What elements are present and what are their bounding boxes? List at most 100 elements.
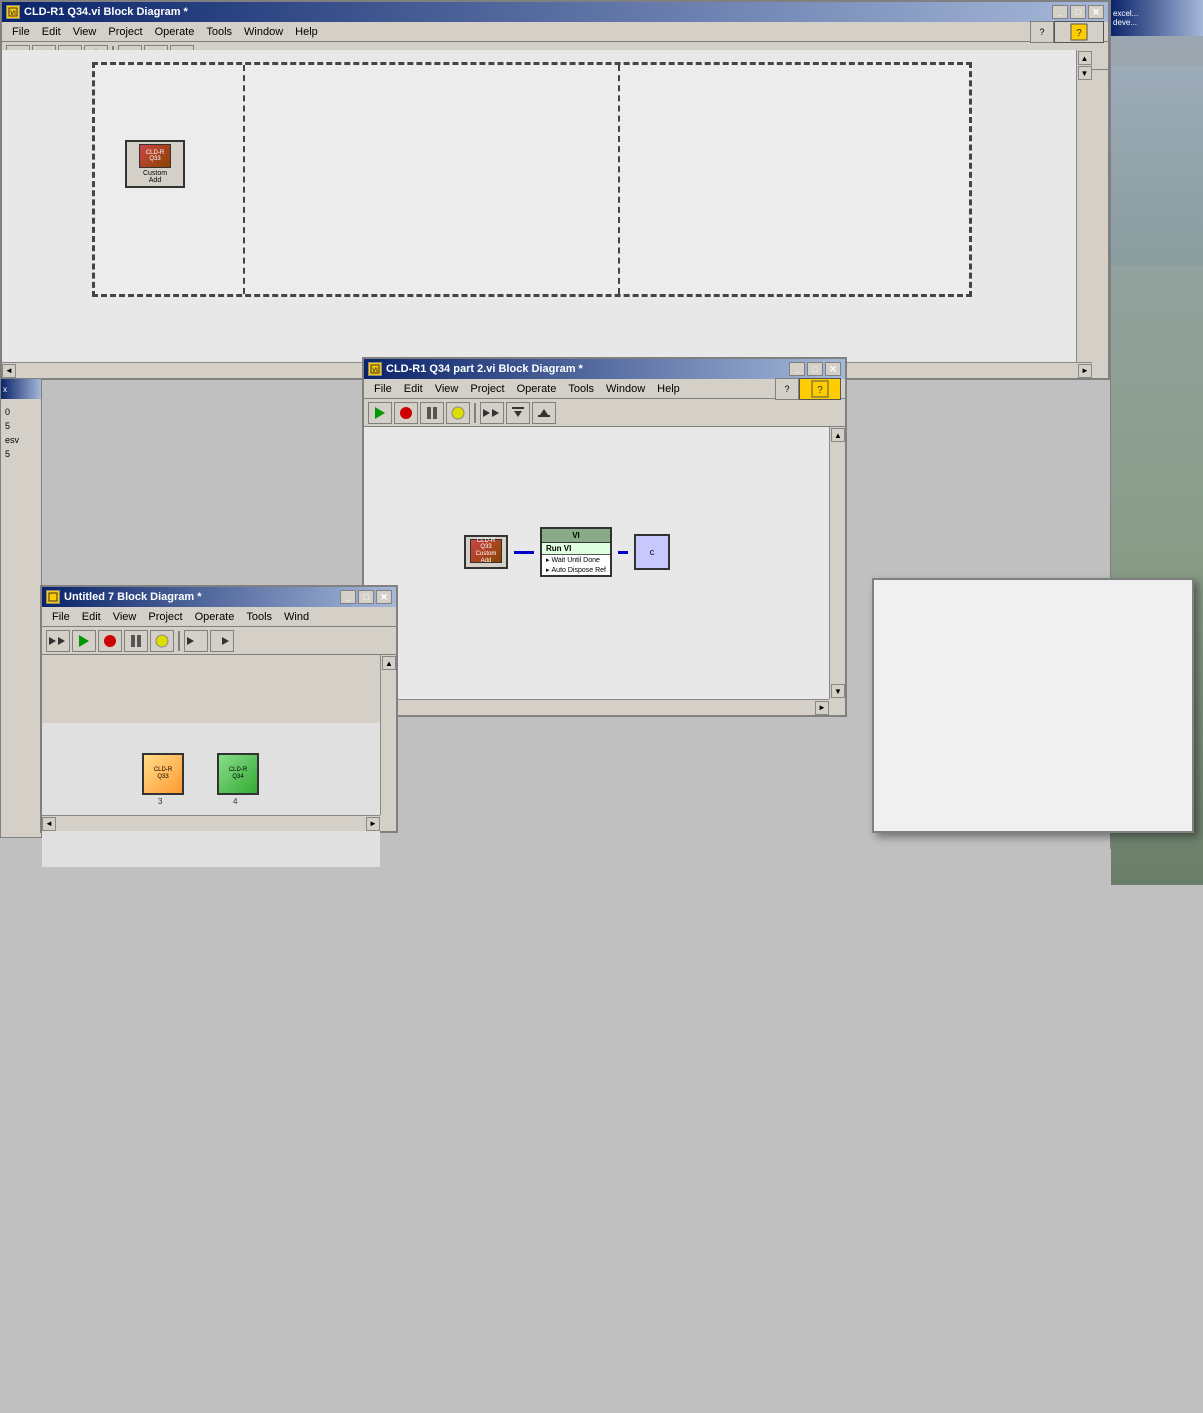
wire-2 (618, 551, 628, 554)
left-panel-item-2: 5 (5, 421, 37, 431)
left-panel-item-1: 0 (5, 407, 37, 417)
third-minimize[interactable]: _ (340, 590, 356, 604)
second-diagram-nodes: CLD-RQ33CustomAdd VI Run VI ▸ Wait Until… (464, 527, 670, 577)
wire-1 (514, 551, 534, 554)
main-window-icon: VI (6, 5, 20, 19)
second-window: VI CLD-R1 Q34 part 2.vi Block Diagram * … (362, 357, 847, 717)
case-panel-right (620, 65, 973, 294)
scroll-left-btn[interactable]: ◄ (2, 364, 16, 378)
second-menu-operate[interactable]: Operate (511, 381, 563, 397)
left-panel-item-4: 5 (5, 449, 37, 459)
second-stop-btn[interactable] (394, 402, 418, 424)
second-run-btn[interactable] (368, 402, 392, 424)
third-scrollbar-h[interactable]: ◄ ► (42, 815, 380, 831)
third-menu-tools[interactable]: Tools (240, 609, 278, 625)
third-scroll-left[interactable]: ◄ (42, 817, 56, 831)
second-menu-file[interactable]: File (368, 381, 398, 397)
third-menu-wind[interactable]: Wind (278, 609, 315, 625)
third-scroll-right[interactable]: ► (366, 817, 380, 831)
menu-tools[interactable]: Tools (200, 24, 238, 40)
second-menu-view[interactable]: View (429, 381, 465, 397)
third-pause-btn[interactable] (124, 630, 148, 652)
menu-project[interactable]: Project (102, 24, 148, 40)
main-menubar: File Edit View Project Operate Tools Win… (2, 22, 1108, 42)
second-step-out[interactable] (532, 402, 556, 424)
main-window-titlebar: VI CLD-R1 Q34.vi Block Diagram * _ □ ✕ (2, 2, 1108, 22)
main-window-title: CLD-R1 Q34.vi Block Diagram * (24, 6, 1052, 18)
third-menu-edit[interactable]: Edit (76, 609, 107, 625)
third-menu-view[interactable]: View (107, 609, 143, 625)
main-scrollbar-v[interactable]: ▲ ▼ (1076, 50, 1092, 362)
second-help-btn[interactable]: ? (775, 378, 799, 400)
menu-view[interactable]: View (67, 24, 103, 40)
second-step-into[interactable] (506, 402, 530, 424)
vi-block-left: CLD-RQ33CustomAdd (464, 535, 508, 569)
second-maximize[interactable]: □ (807, 362, 823, 376)
second-step-over[interactable] (480, 402, 504, 424)
third-step-into[interactable] (184, 630, 208, 652)
second-menu-project[interactable]: Project (464, 381, 510, 397)
third-node-2: CLD-RQ34 (217, 753, 259, 795)
scroll-down-btn[interactable]: ▼ (1078, 66, 1092, 80)
second-menu-tools[interactable]: Tools (562, 381, 600, 397)
second-menu-window[interactable]: Window (600, 381, 651, 397)
second-scroll-up[interactable]: ▲ (831, 428, 845, 442)
main-window: VI CLD-R1 Q34.vi Block Diagram * _ □ ✕ F… (0, 0, 1110, 380)
vi-node-icon: CLD-RQ33 (139, 144, 171, 168)
minimize-button[interactable]: _ (1052, 5, 1068, 19)
menu-help[interactable]: Help (289, 24, 324, 40)
second-window-titlebar: VI CLD-R1 Q34 part 2.vi Block Diagram * … (364, 359, 845, 379)
menu-file[interactable]: File (6, 24, 36, 40)
case-panel-middle (245, 65, 620, 294)
third-window-controls: _ □ ✕ (340, 590, 392, 604)
second-sep (474, 403, 476, 423)
third-menu-file[interactable]: File (46, 609, 76, 625)
second-scroll-right[interactable]: ► (815, 701, 829, 715)
third-node-1-label: 3 (158, 797, 162, 806)
second-window-title: CLD-R1 Q34 part 2.vi Block Diagram * (386, 363, 789, 375)
second-close[interactable]: ✕ (825, 362, 841, 376)
third-window-icon (46, 590, 60, 604)
third-step-out[interactable] (210, 630, 234, 652)
svg-text:VI: VI (10, 11, 16, 17)
third-stop-btn[interactable] (98, 630, 122, 652)
close-button[interactable]: ✕ (1088, 5, 1104, 19)
diagram-inner: CLD-RQ33 CustomAdd ▲ ▼ (2, 50, 1092, 362)
third-maximize[interactable]: □ (358, 590, 374, 604)
third-highlight-btn[interactable] (150, 630, 174, 652)
second-menu-edit[interactable]: Edit (398, 381, 429, 397)
maximize-button[interactable]: □ (1070, 5, 1086, 19)
third-toolbar (42, 627, 396, 655)
scroll-right-btn[interactable]: ► (1078, 364, 1092, 378)
third-run-btn[interactable] (72, 630, 96, 652)
second-pause-btn[interactable] (420, 402, 444, 424)
second-scrollbar-v[interactable]: ▲ ▼ (829, 427, 845, 699)
second-menubar: File Edit View Project Operate Tools Win… (364, 379, 845, 399)
main-canvas: CLD-RQ33 CustomAdd ▲ ▼ (2, 50, 1092, 362)
second-window-controls: _ □ ✕ (789, 362, 841, 376)
third-scroll-up[interactable]: ▲ (382, 656, 396, 670)
third-menu-operate[interactable]: Operate (189, 609, 241, 625)
third-scrollbar-v[interactable]: ▲ (380, 655, 396, 815)
second-minimize[interactable]: _ (789, 362, 805, 376)
scroll-up-btn[interactable]: ▲ (1078, 51, 1092, 65)
menu-operate[interactable]: Operate (149, 24, 201, 40)
help-button[interactable]: ? (1030, 21, 1054, 43)
menu-edit[interactable]: Edit (36, 24, 67, 40)
second-scrollbar-h[interactable]: ◄ ► (364, 699, 829, 715)
main-window-controls: _ □ ✕ (1052, 5, 1104, 19)
third-node-2-label: 4 (233, 797, 237, 806)
menu-window[interactable]: Window (238, 24, 289, 40)
second-context-help: ? (799, 378, 841, 400)
second-scroll-down[interactable]: ▼ (831, 684, 845, 698)
second-menu-help[interactable]: Help (651, 381, 686, 397)
third-close[interactable]: ✕ (376, 590, 392, 604)
third-window: Untitled 7 Block Diagram * _ □ ✕ File Ed… (40, 585, 398, 833)
second-highlight-btn[interactable] (446, 402, 470, 424)
invoke-item-1: ▸ Wait Until Done (542, 555, 610, 565)
third-window-titlebar: Untitled 7 Block Diagram * _ □ ✕ (42, 587, 396, 607)
third-step-over[interactable] (46, 630, 70, 652)
third-node-1: CLD-RQ33 (142, 753, 184, 795)
svg-text:?: ? (1076, 28, 1082, 39)
third-menu-project[interactable]: Project (142, 609, 188, 625)
